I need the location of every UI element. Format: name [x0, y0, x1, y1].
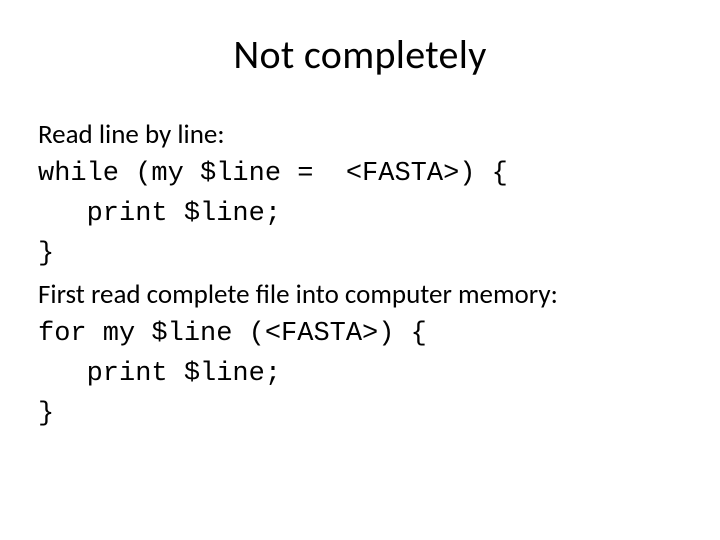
code-line: for my $line (<FASTA>) { [38, 315, 682, 355]
slide: Not completely Read line by line: while … [0, 0, 720, 540]
code-line: print $line; [38, 355, 682, 395]
body-line: First read complete file into computer m… [38, 275, 682, 315]
code-line: print $line; [38, 195, 682, 235]
slide-body: Read line by line: while (my $line = <FA… [38, 115, 682, 435]
body-line: Read line by line: [38, 115, 682, 155]
slide-title: Not completely [38, 30, 682, 79]
code-line: while (my $line = <FASTA>) { [38, 155, 682, 195]
code-line: } [38, 235, 682, 275]
code-line: } [38, 395, 682, 435]
